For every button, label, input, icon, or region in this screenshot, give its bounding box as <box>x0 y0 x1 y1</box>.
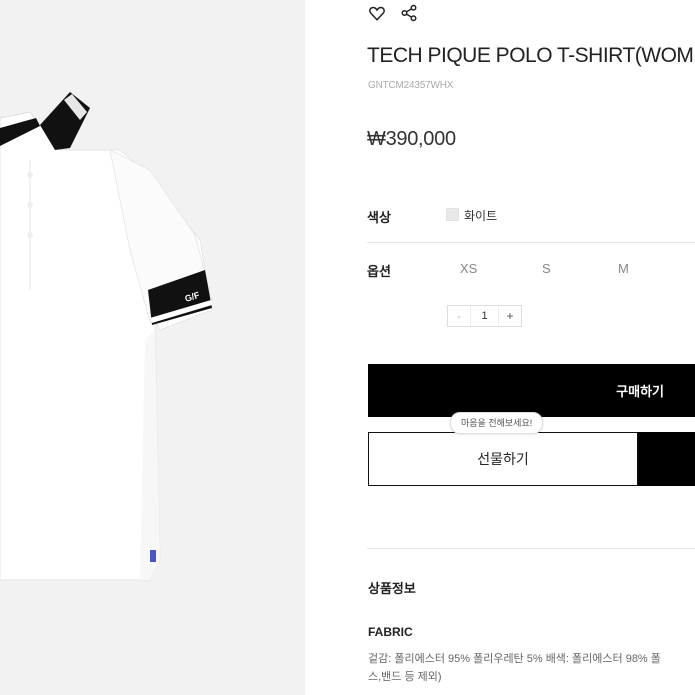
gift-button[interactable]: 선물하기 <box>368 432 638 486</box>
product-code: GNTCM24357WHX <box>368 80 454 91</box>
product-title: TECH PIQUE POLO T-SHIRT(WOMEN) <box>367 44 695 67</box>
size-option-m[interactable]: M <box>618 261 629 276</box>
fabric-description: 겉감: 폴리에스터 95% 폴리우레탄 5% 배색: 폴리에스터 98% 폴 스… <box>368 650 695 686</box>
fabric-line: 스,밴드 등 제외) <box>368 671 442 683</box>
size-option-s[interactable]: S <box>542 261 551 276</box>
share-icon[interactable] <box>399 3 419 23</box>
size-label: 옵션 <box>367 264 391 279</box>
gift-button-label: 선물하기 <box>477 451 529 467</box>
product-info-panel: TECH PIQUE POLO T-SHIRT(WOMEN) GNTCM2435… <box>305 0 695 695</box>
quantity-increase-button[interactable]: + <box>499 306 521 326</box>
divider <box>367 548 695 549</box>
color-swatch-white[interactable] <box>446 208 459 221</box>
color-label: 색상 <box>367 210 391 225</box>
color-name: 화이트 <box>464 209 498 223</box>
action-icons <box>367 3 419 23</box>
gift-tooltip: 마음을 전해보세요! <box>450 412 544 434</box>
buy-button[interactable]: 구매하기 <box>368 364 695 417</box>
quantity-value[interactable]: 1 <box>470 306 499 326</box>
cart-button[interactable] <box>638 432 695 486</box>
buy-button-label: 구매하기 <box>616 384 664 399</box>
heart-icon[interactable] <box>367 3 387 23</box>
polo-shirt-illustration: G/F <box>0 92 213 581</box>
fabric-title: FABRIC <box>368 625 413 639</box>
product-price: ₩390,000 <box>367 128 456 150</box>
divider <box>367 242 695 243</box>
fabric-line: 겉감: 폴리에스터 95% 폴리우레탄 5% 배색: 폴리에스터 98% 폴 <box>368 653 661 665</box>
size-option-xs[interactable]: XS <box>460 261 477 276</box>
product-info-title: 상품정보 <box>368 581 416 596</box>
quantity-decrease-button[interactable]: - <box>448 306 470 326</box>
product-image: G/F <box>0 0 305 695</box>
quantity-stepper: - 1 + <box>447 305 522 327</box>
